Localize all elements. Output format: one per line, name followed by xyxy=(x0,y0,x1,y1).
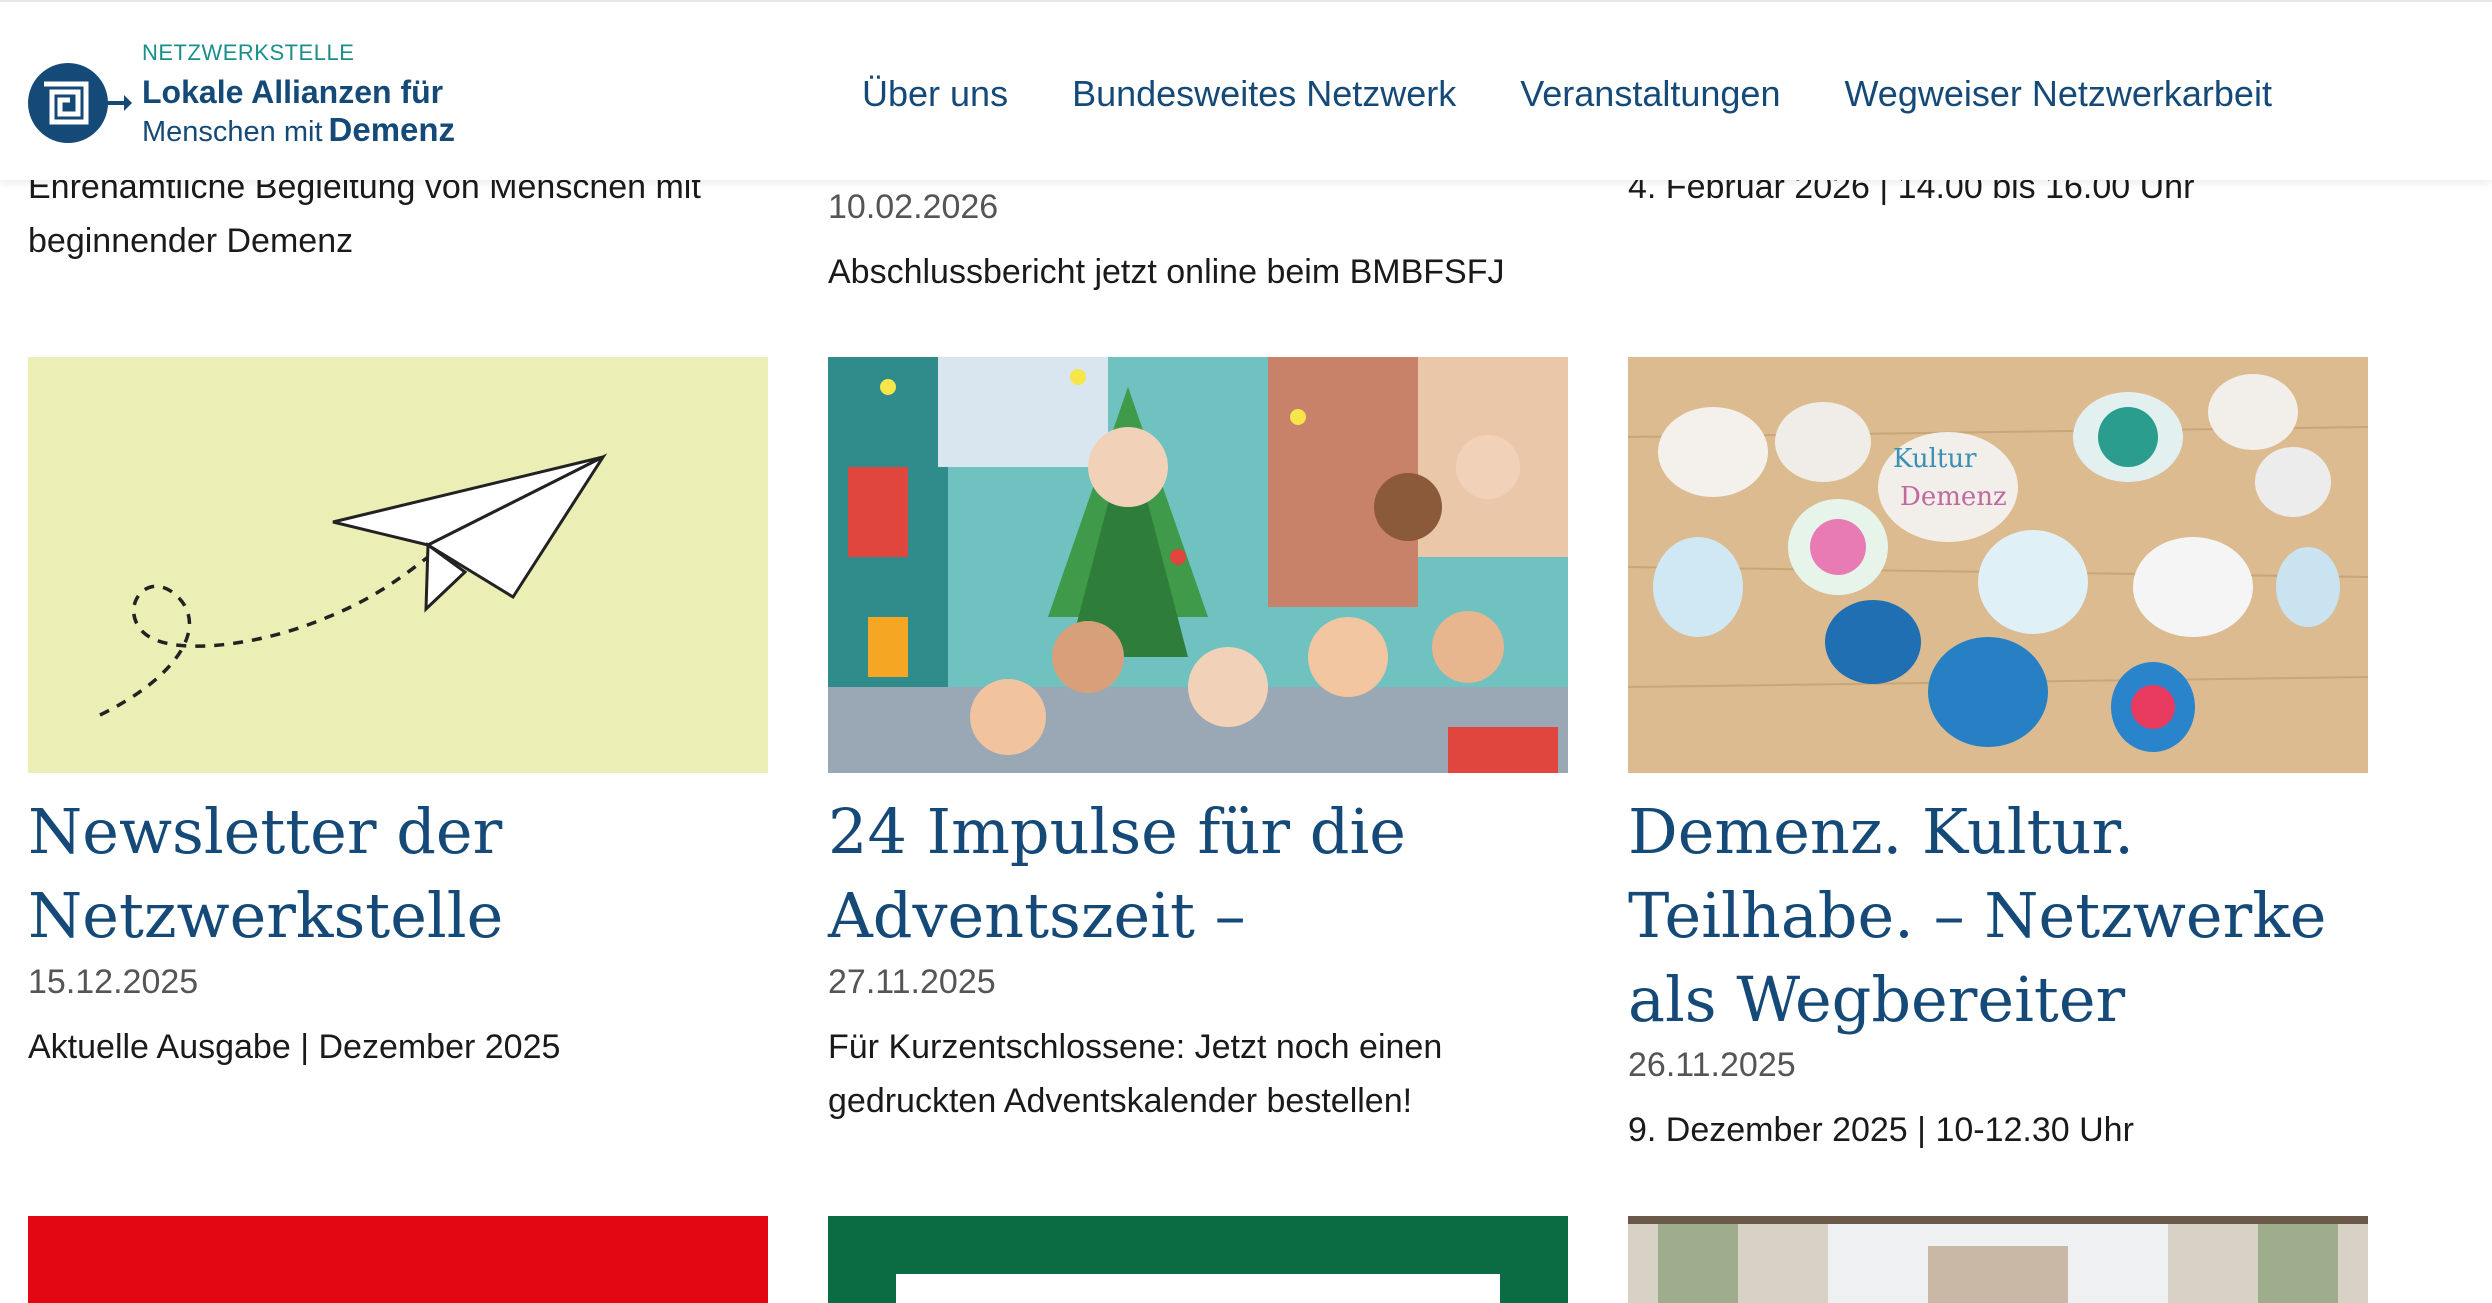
bottom-card-3-image[interactable] xyxy=(1628,1216,2368,1303)
previous-card-2-text: Abschlussbericht jetzt online beim BMBFS… xyxy=(828,253,1505,291)
news-card-title[interactable]: Newsletter der Netzwerkstelle xyxy=(28,790,768,958)
logo-line-1: Lokale Allianzen für xyxy=(142,74,444,110)
news-card-teaser: Für Kurzentschlossene: Jetzt noch einen … xyxy=(828,1028,1443,1120)
previous-card-2-date: 10.02.2026 xyxy=(828,188,999,226)
window-left xyxy=(1658,1224,1738,1303)
logo-line-2-bold: Demenz xyxy=(328,111,456,148)
ceiling-beam xyxy=(1628,1216,2368,1224)
news-card-date: 26.11.2025 xyxy=(1628,1046,1796,1084)
advent-calendar-image[interactable] xyxy=(828,357,1568,773)
stone-text-2: Demenz xyxy=(1900,482,2007,512)
news-card-date: 15.12.2025 xyxy=(28,963,199,1001)
allianzen-logo-icon xyxy=(28,63,132,143)
site-logo[interactable]: NETZWERKSTELLE Lokale Allianzen für Mens… xyxy=(28,40,455,150)
logo-kicker: NETZWERKSTELLE xyxy=(142,40,355,65)
nav-item-veranstaltungen[interactable]: Veranstaltungen xyxy=(1520,70,1780,118)
nav-item-wegweiser-netzwerkarbeit[interactable]: Wegweiser Netzwerkarbeit xyxy=(1844,70,2271,118)
advent-illustration-icon xyxy=(828,357,1568,773)
logo-line-2: Menschen mit Demenz xyxy=(142,112,455,150)
site-header: NETZWERKSTELLE Lokale Allianzen für Mens… xyxy=(0,0,2492,180)
nav-item-ueber-uns[interactable]: Über uns xyxy=(862,70,1008,118)
frame-inner xyxy=(896,1274,1500,1303)
painted-stones-icon: Kultur Demenz xyxy=(1628,357,2368,773)
painted-stones-image[interactable]: Kultur Demenz xyxy=(1628,357,2368,773)
nav-item-bundesweites-netzwerk[interactable]: Bundesweites Netzwerk xyxy=(1072,70,1456,118)
paper-plane-image[interactable] xyxy=(28,357,768,773)
news-card-teaser: 9. Dezember 2025 | 10-12.30 Uhr xyxy=(1628,1111,2134,1149)
logo-line-2-prefix: Menschen mit xyxy=(142,116,323,148)
screen-photo xyxy=(1928,1246,2068,1303)
bottom-card-1-image[interactable] xyxy=(28,1216,768,1303)
news-card-teaser: Aktuelle Ausgabe | Dezember 2025 xyxy=(28,1028,561,1066)
bottom-card-2-image[interactable] xyxy=(828,1216,1568,1303)
window-right xyxy=(2258,1224,2338,1303)
paper-plane-icon xyxy=(99,453,608,717)
news-card-title[interactable]: Demenz. Kultur. Teilhabe. – Netzwerke al… xyxy=(1628,790,2368,1042)
news-card-date: 27.11.2025 xyxy=(828,963,996,1001)
news-grid: Ehrenamtliche Begleitung von Menschen mi… xyxy=(0,0,2492,1303)
main-navigation: Über uns Bundesweites Netzwerk Veranstal… xyxy=(862,70,2336,118)
stone-text-1: Kultur xyxy=(1893,444,1977,474)
news-card-title[interactable]: 24 Impulse für die Adventszeit – xyxy=(828,790,1568,958)
